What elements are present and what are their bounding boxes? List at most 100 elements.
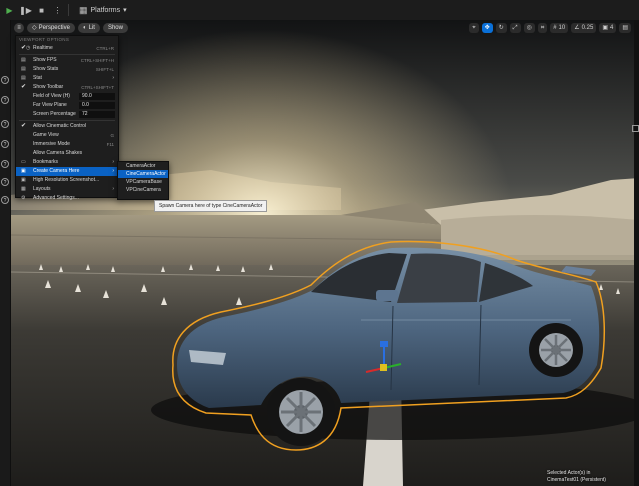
menu-item-immersive-mode[interactable]: Immersive Mode F11 (16, 140, 118, 149)
help-icon[interactable]: ? (1, 96, 9, 104)
menu-item-realtime[interactable]: ✔ ◷ Realtime CTRL+R (16, 44, 118, 53)
menu-item-show-stats[interactable]: ▤ Show Stats SHIFT+L (16, 65, 118, 74)
help-icon[interactable]: ? (1, 160, 9, 168)
menu-item-allow-cinematic-control[interactable]: ✔ Allow Cinematic Control (16, 122, 118, 131)
grid-snap-button[interactable]: # 10 (550, 23, 569, 33)
lit-label: Lit (88, 25, 95, 31)
menu-item-shortcut: G (110, 133, 114, 138)
right-edge-strip (634, 20, 639, 486)
menu-item-label: Allow Camera Shakes (33, 150, 83, 156)
far-view-plane-row: Far View Plane 0.0 (16, 101, 118, 110)
lit-icon: ◐ (82, 25, 87, 31)
menu-item-game-view[interactable]: Game View G (16, 131, 118, 140)
gear-icon: ⚙ (21, 195, 26, 201)
field-label: Far View Plane (33, 102, 67, 108)
surface-snap-icon[interactable]: ⌗ (537, 23, 548, 33)
help-icon[interactable]: ? (1, 196, 9, 204)
menu-item-bookmarks[interactable]: ▭ Bookmarks › (16, 158, 118, 167)
rotate-icon[interactable]: ↻ (495, 23, 507, 33)
help-icon[interactable]: ? (1, 76, 9, 84)
menu-item-show-toolbar[interactable]: ✔ Show Toolbar CTRL+SHIFT+T (16, 83, 118, 92)
status-line-1: Selected Actor(s) in (547, 470, 591, 476)
field-of-view-row: Field of View (H) 90.0 (16, 92, 118, 101)
submenu-item-camera-actor[interactable]: CameraActor (118, 162, 168, 170)
viewport-options-menu: VIEWPORT OPTIONS ✔ ◷ Realtime CTRL+R ▤ S… (15, 35, 119, 201)
view-mode-button[interactable]: ◐ Lit (77, 23, 100, 33)
layout-icon: ▦ (21, 186, 26, 192)
menu-item-label: Show Stats (33, 66, 59, 72)
angle-icon: ∠ (574, 25, 580, 31)
grid-icon: # (553, 25, 557, 31)
menu-item-show-fps[interactable]: ▤ Show FPS CTRL+SHIFT+H (16, 56, 118, 65)
menu-item-label: Show FPS (33, 57, 57, 63)
show-button[interactable]: Show (102, 23, 128, 33)
menu-item-label: High Resolution Screenshot... (33, 177, 100, 183)
check-icon: ✔ (21, 123, 27, 129)
menu-item-layouts[interactable]: ▦ Layouts › (16, 185, 118, 194)
step-icon[interactable]: ❚▶ (19, 4, 32, 17)
hamburger-icon[interactable]: ≡ (14, 23, 24, 33)
menu-item-advanced-settings[interactable]: ⚙ Advanced Settings... (16, 194, 118, 203)
scale-icon[interactable]: ⤢ (509, 23, 521, 33)
platforms-icon: ▦ (79, 4, 88, 15)
chevron-right-icon: › (112, 186, 114, 192)
stat-icon: ▤ (21, 75, 26, 81)
field-label: Field of View (H) (33, 93, 70, 99)
chevron-right-icon: › (112, 159, 114, 165)
camera-speed-button[interactable]: ▣ 4 (599, 23, 617, 33)
menu-item-shortcut: F11 (106, 142, 114, 147)
menu-item-high-resolution-screenshot[interactable]: ▣ High Resolution Screenshot... (16, 176, 118, 185)
show-label: Show (107, 25, 123, 31)
platforms-button[interactable]: ▦ Platforms ▾ (79, 5, 127, 16)
panel-toggle-icon[interactable] (632, 125, 639, 132)
menu-item-shortcut: CTRL+R (96, 46, 114, 51)
help-icon[interactable]: ? (1, 178, 9, 186)
translate-icon[interactable]: ✥ (481, 23, 493, 33)
menu-item-label: Realtime (33, 45, 53, 51)
perspective-button[interactable]: ◇ Perspective (27, 23, 75, 33)
status-line-2: CinemaTest01 (Persistent) (547, 477, 606, 483)
camera-speed-value: 4 (609, 25, 614, 31)
menu-header: VIEWPORT OPTIONS (19, 37, 70, 42)
viewport-toolbar: ≡ ◇ Perspective ◐ Lit Show (14, 23, 128, 33)
menu-item-label: Layouts (33, 186, 51, 192)
menu-item-label: Game View (33, 132, 59, 138)
rotation-snap-button[interactable]: ∠ 0.25 (571, 23, 597, 33)
chevron-down-icon: ▾ (123, 7, 127, 14)
fps-icon: ▤ (21, 57, 26, 63)
far-view-plane-input[interactable]: 0.0 (79, 102, 115, 109)
menu-icon[interactable]: ⋮ (51, 4, 64, 17)
create-camera-submenu: CameraActor CineCameraActor VPCameraBase… (117, 161, 169, 200)
menu-divider (19, 120, 115, 121)
menu-item-label: Advanced Settings... (33, 195, 79, 201)
menu-item-label: Immersive Mode (33, 141, 70, 147)
submenu-item-vp-cine-camera[interactable]: VPCineCamera (118, 186, 168, 194)
camera-icon: ▣ (21, 168, 26, 174)
menu-item-create-camera-here[interactable]: ▣ Create Camera Here › (16, 167, 118, 176)
field-label: Screen Percentage (33, 111, 76, 117)
field-of-view-input[interactable]: 90.0 (79, 93, 115, 100)
select-mode-icon[interactable]: ⌖ (469, 23, 479, 33)
help-icon[interactable]: ? (1, 120, 9, 128)
play-icon[interactable]: ▶ (3, 4, 16, 17)
help-icon[interactable]: ? (1, 140, 9, 148)
viewport-right-controls: ⌖ ✥ ↻ ⤢ ◎ ⌗ # 10 ∠ 0.25 ▣ 4 ▤ (469, 23, 631, 33)
menu-item-shortcut: SHIFT+L (95, 67, 114, 72)
main-toolbar: ▶ ❚▶ ■ ⋮ ▦ Platforms ▾ (0, 0, 639, 21)
stats-icon: ▤ (21, 66, 26, 72)
world-icon[interactable]: ◎ (523, 23, 535, 33)
chevron-right-icon: › (112, 75, 114, 81)
grid-snap-value: 10 (558, 25, 566, 31)
screen-percentage-row: Screen Percentage 72 (16, 110, 118, 119)
rotation-snap-value: 0.25 (581, 25, 594, 31)
layout-icon[interactable]: ▤ (619, 23, 631, 33)
menu-item-label: Allow Cinematic Control (33, 123, 87, 129)
stop-icon[interactable]: ■ (35, 4, 48, 17)
screen-percentage-input[interactable]: 72 (79, 111, 115, 118)
menu-item-allow-camera-shakes[interactable]: Allow Camera Shakes (16, 149, 118, 158)
menu-item-shortcut: CTRL+SHIFT+T (81, 85, 114, 90)
menu-item-stat[interactable]: ▤ Stat › (16, 74, 118, 83)
camera-icon: ▣ (602, 25, 608, 31)
submenu-item-vp-camera-base[interactable]: VPCameraBase (118, 178, 168, 186)
submenu-item-cine-camera-actor[interactable]: CineCameraActor (118, 170, 168, 178)
